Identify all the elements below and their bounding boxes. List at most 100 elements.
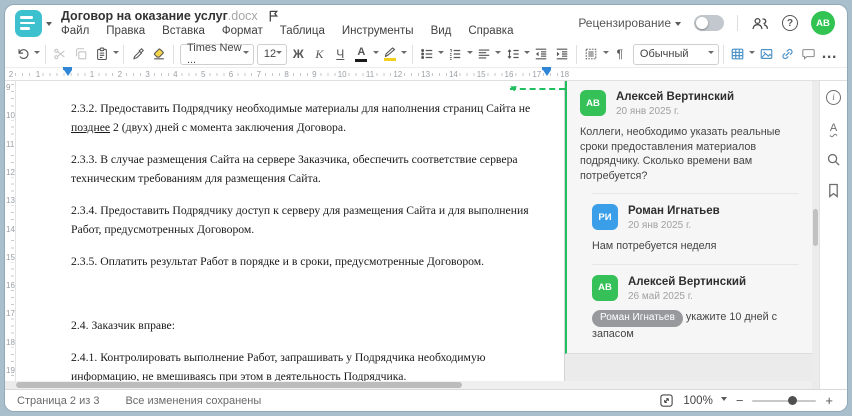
comment-date: 26 май 2025 г.	[628, 290, 693, 302]
increase-indent-button[interactable]	[552, 44, 572, 65]
page-indicator[interactable]: Страница 2 из 3	[17, 395, 99, 407]
menu-item[interactable]: Вид	[431, 25, 452, 37]
vertical-scrollbar-thumb[interactable]	[813, 209, 818, 246]
document-page[interactable]: 2.3.2. Предоставить Подрядчику необходим…	[16, 81, 565, 383]
italic-button[interactable]: К	[309, 44, 329, 65]
save-status: Все изменения сохранены	[125, 394, 262, 407]
zoom-in-button[interactable]: +	[825, 394, 833, 407]
ruler-number: 17	[6, 309, 15, 319]
comment-item[interactable]: АВ Алексей Вертинский 20 янв 2025 г. Коллег…	[580, 90, 799, 183]
menu-item[interactable]: Вставка	[162, 25, 205, 37]
review-toggle[interactable]	[694, 15, 724, 31]
info-icon[interactable]: i	[825, 88, 843, 106]
flag-icon[interactable]	[268, 10, 279, 22]
bookmark-icon[interactable]	[825, 181, 843, 199]
comment-button[interactable]	[798, 44, 818, 65]
mention-pill[interactable]: Роман Игнатьев	[592, 309, 683, 327]
app-logo-icon[interactable]	[15, 9, 42, 37]
logo-caret-icon[interactable]	[46, 21, 52, 29]
highlight-caret[interactable]	[401, 51, 408, 57]
font-size-value: 12	[263, 48, 277, 60]
numbered-list-button[interactable]	[445, 44, 465, 65]
font-size-select[interactable]: 12	[256, 43, 288, 65]
vertical-scrollbar[interactable]	[812, 81, 819, 381]
insert-table-button[interactable]	[727, 44, 747, 65]
ruler-number: 1	[34, 70, 42, 79]
horizontal-scrollbar[interactable]	[16, 381, 812, 389]
comment-header: АВ Алексей Вертинский 26 май 2025 г.	[592, 274, 799, 302]
comment-item[interactable]: РИ Роман Игнатьев 20 янв 2025 г. Нам потреб…	[592, 193, 799, 254]
menu-item[interactable]: Инструменты	[342, 25, 414, 37]
line-spacing-button[interactable]	[503, 44, 523, 65]
line-spacing-caret[interactable]	[524, 51, 531, 57]
zoom-level-value: 100%	[683, 394, 713, 407]
bullet-list-caret[interactable]	[437, 51, 445, 57]
comment-avatar: АВ	[592, 274, 618, 301]
spellcheck-icon[interactable]: А	[825, 119, 843, 137]
ruler-number: 14	[447, 70, 459, 79]
underline-button[interactable]: Ч	[330, 44, 350, 65]
divider	[722, 44, 724, 64]
help-icon[interactable]: ?	[782, 15, 798, 31]
ruler-number: 10	[336, 70, 348, 79]
ruler-number: 2	[7, 70, 15, 79]
insert-image-button[interactable]	[756, 44, 776, 65]
left-indent-marker[interactable]	[63, 67, 72, 80]
format-painter-button[interactable]	[128, 44, 148, 65]
zoom-level-select[interactable]: 100%	[683, 394, 727, 407]
user-avatar[interactable]: АВ	[811, 11, 835, 35]
bullet-list-button[interactable]	[417, 44, 437, 65]
ruler-number: 18	[6, 337, 15, 347]
insert-link-button[interactable]	[777, 44, 797, 65]
undo-button[interactable]	[13, 44, 33, 65]
vertical-ruler[interactable]: 91011121314151617181920	[5, 81, 16, 381]
zoom-out-button[interactable]: −	[736, 394, 744, 407]
bold-button[interactable]: Ж	[288, 44, 308, 65]
insert-table-caret[interactable]	[748, 51, 755, 57]
numbered-list-caret[interactable]	[466, 51, 473, 57]
cut-button[interactable]	[50, 44, 70, 65]
zoom-slider[interactable]	[752, 396, 817, 405]
paragraph-settings-caret[interactable]	[602, 51, 609, 57]
menu-item[interactable]: Формат	[222, 25, 263, 37]
font-color-button[interactable]: А	[351, 44, 371, 65]
font-name-select[interactable]: Times New ...	[179, 42, 254, 66]
review-mode-button[interactable]: Рецензирование	[578, 16, 681, 30]
decrease-indent-button[interactable]	[531, 44, 551, 65]
nonprinting-chars-button[interactable]: ¶	[610, 44, 630, 65]
menu-item[interactable]: Правка	[106, 25, 145, 37]
search-icon[interactable]	[825, 150, 843, 168]
zoom-slider-handle[interactable]	[787, 396, 797, 405]
comment-author: Роман Игнатьев	[628, 205, 720, 217]
font-color-glyph: А	[357, 45, 366, 58]
ruler-number: 15	[475, 70, 487, 79]
comment-date: 20 янв 2025 г.	[616, 106, 680, 117]
paragraphs: 2.3.2. Предоставить Подрядчику необходим…	[71, 99, 535, 389]
paragraph-settings-button[interactable]	[581, 44, 601, 65]
horizontal-ruler[interactable]: 2 1 1 2 3 4 5 6 7 8 9 10 11 12 13 14 15 16 17 18	[5, 67, 847, 81]
menu-bar: Файл Правка Вставка Формат Таблица Инструмент…	[61, 25, 514, 37]
paste-caret[interactable]	[112, 51, 120, 57]
right-indent-marker[interactable]	[542, 67, 551, 80]
more-tools-button[interactable]: …	[819, 44, 839, 65]
align-caret[interactable]	[495, 51, 502, 57]
align-button[interactable]	[474, 44, 494, 65]
collaboration-users-icon[interactable]	[751, 16, 769, 31]
clear-style-button[interactable]	[149, 44, 169, 65]
horizontal-scrollbar-thumb[interactable]	[16, 382, 462, 388]
menu-item[interactable]: Файл	[61, 25, 89, 37]
menu-item[interactable]: Справка	[468, 25, 513, 37]
menu-item[interactable]: Таблица	[280, 25, 325, 37]
comment-avatar: РИ	[592, 204, 618, 230]
undo-caret[interactable]	[34, 51, 41, 57]
paragraph-style-select[interactable]: Обычный	[632, 43, 719, 65]
comment-item[interactable]: АВ Алексей Вертинский 26 май 2025 г. Роман …	[592, 263, 799, 342]
highlight-color-button[interactable]	[380, 44, 400, 65]
font-color-caret[interactable]	[372, 51, 379, 57]
copy-button[interactable]	[71, 44, 91, 65]
paste-button[interactable]	[92, 44, 112, 65]
title-block: Договор на оказание услуг .docx Файл Прав…	[61, 9, 514, 37]
ruler-number: 14	[6, 224, 15, 234]
ruler-number: 18	[559, 70, 571, 79]
fit-width-button[interactable]	[659, 393, 674, 408]
